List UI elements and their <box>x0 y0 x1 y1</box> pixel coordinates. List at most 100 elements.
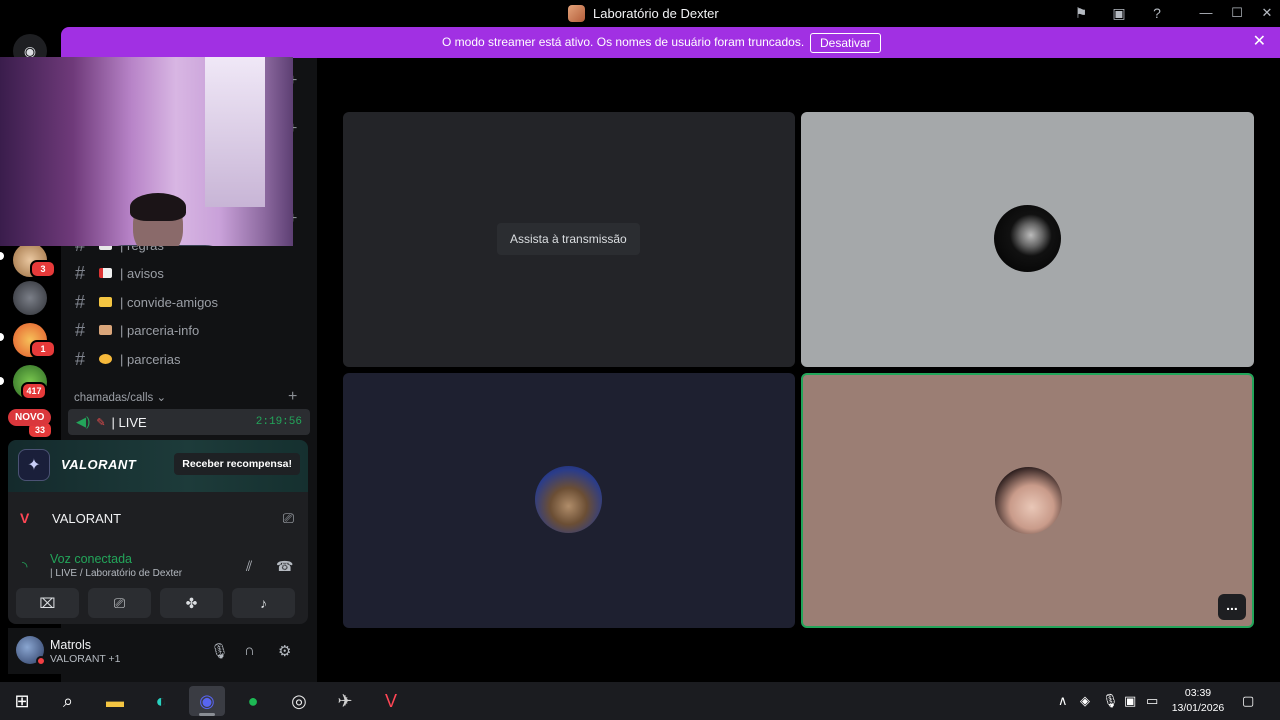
noise-suppression-icon[interactable]: ⫽ <box>246 558 252 575</box>
username[interactable]: Matrols <box>50 638 91 652</box>
unread-pill <box>0 333 4 341</box>
handshake-icon <box>99 354 112 364</box>
spotify-icon[interactable]: ● <box>235 686 271 716</box>
claim-reward-button[interactable]: Receber recompensa! <box>174 453 300 475</box>
tray-app-icon[interactable]: ◈ <box>1080 693 1090 709</box>
window-title-text: Laboratório de Dexter <box>593 6 719 21</box>
voice-panel: V VALORANT ⎚ ◝ Voz conectada | LIVE / La… <box>8 492 308 624</box>
game-app-icon[interactable]: ✈ <box>327 686 363 716</box>
flag-icon[interactable]: ⚑ <box>1072 4 1090 22</box>
chevron-down-icon: ⌄ <box>156 392 167 404</box>
user-status: VALORANT +1 <box>50 653 121 665</box>
channel-item-parcerias[interactable]: # | parcerias <box>75 348 180 370</box>
status-dot <box>36 656 46 666</box>
game-logo-icon: ✦ <box>18 449 50 481</box>
valorant-icon: V <box>20 510 30 526</box>
inbox-icon[interactable]: ▣ <box>1110 4 1128 22</box>
clock-time: 03:39 <box>1184 687 1212 699</box>
mention-badge: 417 <box>21 382 47 400</box>
category-header[interactable]: chamadas/calls ⌄ <box>74 390 166 404</box>
satellite-icon: ✎ <box>96 416 106 429</box>
network-icon[interactable]: ▭ <box>1146 693 1158 709</box>
clock-date: 13/01/2026 <box>1171 702 1225 714</box>
envelope-icon <box>99 297 112 307</box>
headphones-icon[interactable]: ∩ <box>244 642 255 659</box>
taskbar: ⊞ ⌕ ▬ ◐ ◉ ● ◎ ✈ V ∧ ◈ 🎙︎ ▣ ▭ 03:39 13/01… <box>0 682 1280 720</box>
add-channel-icon[interactable]: + <box>288 388 297 406</box>
hash-icon: # <box>75 348 86 369</box>
voice-location[interactable]: | LIVE / Laboratório de Dexter <box>50 568 182 579</box>
valorant-app-icon[interactable]: V <box>373 686 409 716</box>
participant-tile[interactable] <box>801 112 1254 367</box>
channel-label: | convide-amigos <box>120 294 219 310</box>
megaphone-icon <box>99 268 112 278</box>
microphone-icon[interactable]: 🎙︎ <box>1102 693 1119 709</box>
channel-item-parceria-info[interactable]: # | parceria-info <box>75 319 199 341</box>
disconnect-icon[interactable]: ☎ <box>276 558 293 575</box>
game-activity-card: ✦ VALORANT Receber recompensa! <box>8 440 308 492</box>
voice-connected-label[interactable]: Voz conectada <box>50 552 132 566</box>
participant-avatar <box>995 467 1062 534</box>
steam-icon[interactable]: ◎ <box>281 686 317 716</box>
webcam-window <box>205 57 265 207</box>
hash-icon: # <box>75 319 86 340</box>
disable-streamer-button[interactable]: Desativar <box>810 33 881 53</box>
banner-message: O modo streamer está ativo. Os nomes de … <box>442 35 805 49</box>
signal-icon: ◝ <box>22 558 28 574</box>
live-timer: 2:19:56 <box>255 416 302 428</box>
webcam-person-hair <box>130 193 186 221</box>
unread-pill <box>0 252 4 260</box>
participant-tile[interactable] <box>343 373 795 628</box>
watch-stream-button[interactable]: Assista à transmissão <box>497 223 640 255</box>
browser-icon[interactable]: ◐ <box>143 686 179 716</box>
user-panel: Matrols VALORANT +1 🎙︎ ∩ ⚙ <box>8 628 308 674</box>
stream-game-icon[interactable]: ⎚ <box>283 510 294 527</box>
hash-icon: # <box>75 262 86 283</box>
soundboard-button[interactable]: ♪ <box>232 588 295 618</box>
help-icon[interactable]: ? <box>1148 4 1166 22</box>
camera-off-button[interactable]: ⌧ <box>16 588 79 618</box>
notifications-icon[interactable]: ▢ <box>1242 693 1254 709</box>
clock[interactable]: 03:39 13/01/2026 <box>1168 686 1228 716</box>
participant-avatar <box>994 205 1061 272</box>
title-bar: Laboratório de Dexter ⚑ ▣ ? — ☐ ✕ <box>0 0 1280 27</box>
voice-channel-label: | LIVE <box>111 414 147 430</box>
participant-avatar <box>535 466 602 533</box>
channel-item-avisos[interactable]: # | avisos <box>75 262 164 284</box>
share-screen-button[interactable]: ⎚ <box>88 588 151 618</box>
display-icon[interactable]: ▣ <box>1124 693 1136 709</box>
microphone-icon[interactable]: 🎙︎ <box>210 642 229 660</box>
search-icon[interactable]: ⌕ <box>50 686 86 716</box>
window-title: Laboratório de Dexter <box>568 5 719 22</box>
participant-tile-speaking[interactable]: ... <box>801 373 1254 628</box>
server-avatar[interactable] <box>13 281 47 315</box>
new-badge: NOVO <box>8 409 52 426</box>
chevron-up-icon[interactable]: ∧ <box>1058 693 1068 709</box>
mention-badge: 3 <box>30 260 56 278</box>
channel-item-convide-amigos[interactable]: # | convide-amigos <box>75 291 218 313</box>
webcam-overlay <box>0 57 293 246</box>
activities-button[interactable]: ✤ <box>160 588 223 618</box>
voice-channel-live[interactable]: ◀) ✎ | LIVE 2:19:56 <box>68 409 310 435</box>
close-window-button[interactable]: ✕ <box>1257 3 1277 23</box>
gear-icon[interactable]: ⚙ <box>278 642 291 660</box>
file-explorer-icon[interactable]: ▬ <box>97 686 133 716</box>
more-options-button[interactable]: ... <box>1218 594 1246 620</box>
windows-start-icon[interactable]: ⊞ <box>4 686 40 716</box>
server-icon <box>568 5 585 22</box>
current-game-name: VALORANT <box>52 510 122 526</box>
streamer-mode-banner: O modo streamer está ativo. Os nomes de … <box>61 27 1280 58</box>
minimize-button[interactable]: — <box>1196 3 1216 23</box>
current-game: V VALORANT <box>20 510 121 526</box>
maximize-button[interactable]: ☐ <box>1227 3 1247 23</box>
channel-label: | parceria-info <box>120 322 200 338</box>
channel-label: | parcerias <box>120 351 181 367</box>
unread-pill <box>0 377 4 385</box>
stream-tile[interactable]: Assista à transmissão <box>343 112 795 367</box>
speaker-icon: ◀) <box>76 414 91 429</box>
game-name: VALORANT <box>61 457 137 472</box>
active-indicator <box>199 713 215 716</box>
discord-icon[interactable]: ◉ <box>189 686 225 716</box>
category-label: chamadas/calls <box>74 392 154 404</box>
close-banner-icon[interactable]: ✕ <box>1253 34 1266 50</box>
